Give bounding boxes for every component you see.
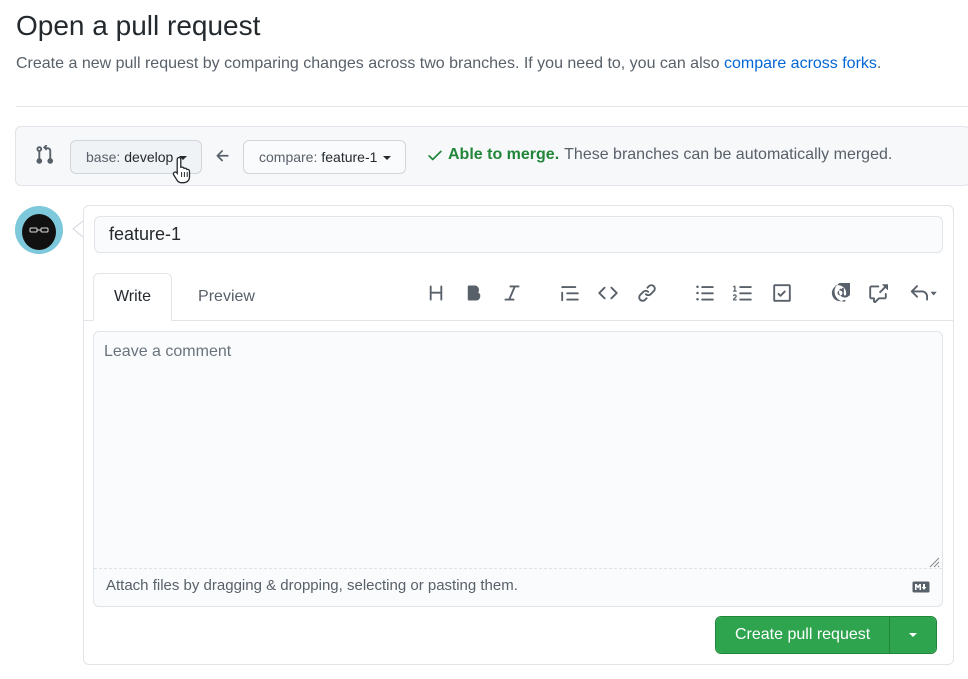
merge-status-title: Able to merge. <box>448 146 560 163</box>
compare-across-forks-link[interactable]: compare across forks <box>724 55 877 72</box>
subtitle-text: Create a new pull request by comparing c… <box>16 55 724 72</box>
tab-write[interactable]: Write <box>93 273 172 321</box>
merge-status: Able to merge. These branches can be aut… <box>426 146 892 164</box>
branch-range-bar: base: develop compare: feature-1 Able to… <box>15 126 968 186</box>
merge-status-text: These branches can be automatically merg… <box>564 146 893 163</box>
comment-pointer-icon <box>72 220 84 238</box>
create-pull-request-group: Create pull request <box>715 616 938 654</box>
mention-icon[interactable] <box>828 281 852 305</box>
markdown-icon[interactable] <box>912 581 930 593</box>
page-title: Open a pull request <box>16 10 261 41</box>
base-branch-value: develop <box>124 149 174 165</box>
comment-textarea[interactable] <box>94 332 942 570</box>
page-subtitle: Create a new pull request by comparing c… <box>16 55 881 73</box>
check-icon <box>428 150 442 161</box>
create-options-dropdown[interactable] <box>889 617 937 653</box>
header-divider <box>16 106 968 107</box>
resize-handle-icon[interactable] <box>928 556 940 568</box>
chevron-down-icon <box>909 633 918 637</box>
quote-icon[interactable] <box>558 281 582 305</box>
link-icon[interactable] <box>635 281 659 305</box>
unordered-list-icon[interactable] <box>693 281 717 305</box>
chevron-down-icon <box>383 156 392 160</box>
bold-icon[interactable] <box>462 281 486 305</box>
compare-branch-value: feature-1 <box>321 149 378 165</box>
reply-icon[interactable] <box>906 281 940 305</box>
code-icon[interactable] <box>596 281 620 305</box>
avatar-image <box>15 206 63 254</box>
compare-label: compare: <box>259 149 318 165</box>
hand-pointer-cursor-icon <box>172 156 191 184</box>
comment-field[interactable]: Attach files by dragging & dropping, sel… <box>93 331 943 607</box>
create-pull-request-button[interactable]: Create pull request <box>716 617 890 653</box>
arrow-left-icon <box>216 150 229 162</box>
compare-branch-select[interactable]: compare: feature-1 <box>243 140 407 174</box>
attach-files-bar[interactable]: Attach files by dragging & dropping, sel… <box>94 568 942 606</box>
attach-files-text: Attach files by dragging & dropping, sel… <box>106 577 518 594</box>
task-list-icon[interactable] <box>770 281 794 305</box>
git-compare-icon <box>36 145 54 164</box>
italic-icon[interactable] <box>500 281 524 305</box>
ordered-list-icon[interactable] <box>731 281 755 305</box>
pull-request-title-input[interactable] <box>94 216 943 253</box>
cross-reference-icon[interactable] <box>866 281 890 305</box>
heading-icon[interactable] <box>424 281 448 305</box>
tab-preview[interactable]: Preview <box>179 273 274 321</box>
base-label: base: <box>86 149 121 165</box>
pull-request-form: Write Preview Attach files b <box>83 205 954 665</box>
subtitle-suffix: . <box>876 55 882 72</box>
avatar[interactable] <box>15 206 63 254</box>
